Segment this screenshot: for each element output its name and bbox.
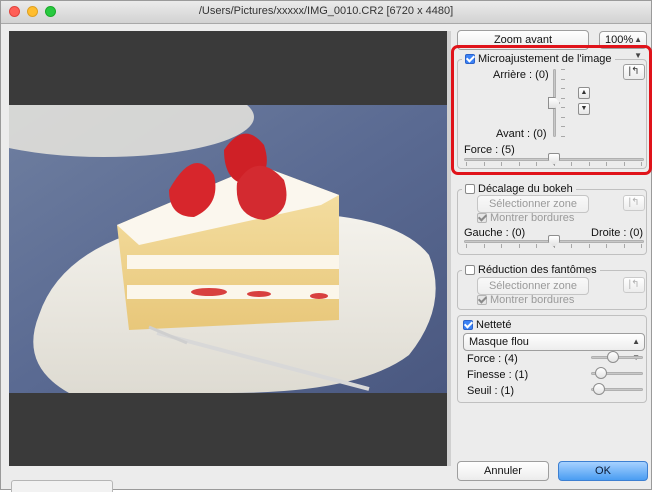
cancel-button[interactable]: Annuler [457,461,549,481]
sharpness-checkbox[interactable] [463,320,473,330]
vertical-scrollbar[interactable] [447,31,451,466]
close-window-button[interactable] [9,6,20,17]
back-label: Arrière : (0) [493,69,549,81]
ghost-show-borders[interactable]: Montrer bordures [477,294,574,306]
zoom-level-value: 100% [605,34,634,46]
microadjust-header: Microajustement de l'image [462,53,615,65]
ghost-select-area-button[interactable]: Sélectionner zone [477,277,589,295]
reset-icon: |↰ [628,66,640,77]
ghost-reduction-checkbox[interactable] [465,265,475,275]
microadjust-up-button[interactable]: ▲ [578,87,590,99]
ghost-show-borders-checkbox[interactable] [477,295,487,305]
ghost-reduction-header: Réduction des fantômes [462,264,600,276]
ghost-reduction-label: Réduction des fantômes [478,264,597,276]
force-label: Force : (5) [464,144,515,156]
bokeh-right-label: Droite : (0) [591,227,643,239]
sharpness-strength-label: Force : (4) [467,353,518,365]
ghost-show-borders-label: Montrer bordures [490,294,575,306]
bokeh-show-borders-label: Montrer bordures [490,212,575,224]
microadjust-label: Microajustement de l'image [478,53,612,65]
zoom-in-button[interactable]: Zoom avant [457,30,589,50]
sharpness-label: Netteté [476,319,512,331]
chevron-down-icon: ▼ [580,105,588,112]
sharpness-threshold-thumb[interactable] [593,383,605,395]
microadjust-vertical-ticks [561,69,565,137]
zoom-level-select[interactable]: 100% ▲ ▼ [599,31,647,60]
sharpness-mode-value: Masque flou [469,336,529,348]
sharpness-fineness-label: Finesse : (1) [467,369,529,381]
minimize-window-button[interactable] [27,6,38,17]
updown-arrows-icon: ▲▼ [632,337,640,362]
bokeh-left-label: Gauche : (0) [464,227,526,239]
ok-button[interactable]: OK [558,461,648,481]
bokeh-select-area-button[interactable]: Sélectionner zone [477,195,589,213]
sharpness-fineness-thumb[interactable] [595,367,607,379]
microadjust-down-button[interactable]: ▼ [578,103,590,115]
microadjust-checkbox[interactable] [465,54,475,64]
zoom-window-button[interactable] [45,6,56,17]
sharpness-strength-thumb[interactable] [607,351,619,363]
chevron-up-icon: ▲ [580,89,588,96]
bokeh-show-borders-checkbox[interactable] [477,213,487,223]
bokeh-reset-button[interactable]: |↰ [623,195,645,211]
bokeh-shift-label: Décalage du bokeh [478,183,573,195]
bokeh-show-borders[interactable]: Montrer bordures [477,212,574,224]
sharpness-header: Netteté [463,319,511,331]
dpp-lens-adjust-window: /Users/Pictures/xxxxx/IMG_0010.CR2 [6720… [0,0,652,492]
reset-icon: |↰ [628,279,640,290]
photo-cake [9,105,447,393]
front-label: Avant : (0) [496,128,547,140]
bottom-tab[interactable] [11,480,113,492]
sharpness-threshold-label: Seuil : (1) [467,385,515,397]
ghost-reset-button[interactable]: |↰ [623,277,645,293]
image-preview[interactable] [9,31,447,466]
reset-icon: |↰ [628,197,640,208]
bokeh-shift-checkbox[interactable] [465,184,475,194]
window-title: /Users/Pictures/xxxxx/IMG_0010.CR2 [6720… [198,5,454,17]
bokeh-shift-header: Décalage du bokeh [462,183,576,195]
microadjust-reset-button[interactable]: |↰ [623,64,645,80]
title-bar: /Users/Pictures/xxxxx/IMG_0010.CR2 [6720… [1,1,651,24]
sharpness-mode-select[interactable]: Masque flou ▲▼ [463,333,645,362]
